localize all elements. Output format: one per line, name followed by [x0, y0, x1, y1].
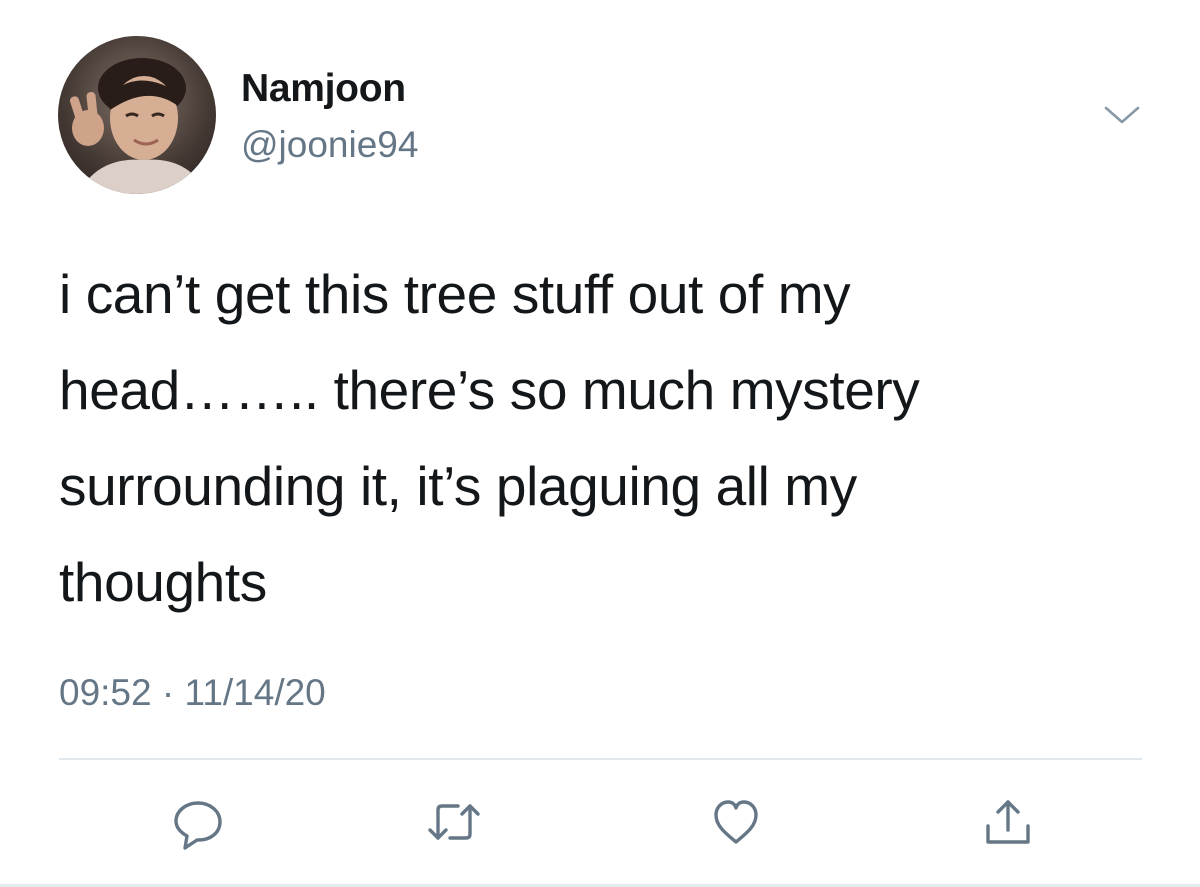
- reply-icon: [170, 794, 226, 855]
- tweet-card: Namjoon @joonie94 i can’t get this tree …: [0, 0, 1200, 887]
- author-handle[interactable]: @joonie94: [241, 124, 418, 166]
- tweet-timestamp[interactable]: 09:52 · 11/14/20: [59, 672, 326, 714]
- heart-icon: [708, 794, 764, 855]
- chevron-down-icon[interactable]: [1100, 100, 1144, 130]
- like-button[interactable]: [706, 794, 766, 854]
- share-icon: [980, 794, 1036, 855]
- tweet-text-line: i can’t get this tree stuff out of my: [59, 263, 851, 325]
- timestamp-separator: ·: [161, 672, 175, 713]
- tweet-text-line: surrounding it, it’s plaguing all my: [59, 455, 857, 517]
- tweet-text: i can’t get this tree stuff out of my he…: [59, 246, 1139, 630]
- author-name[interactable]: Namjoon: [241, 67, 406, 111]
- tweet-text-line: head…….. there’s so much mystery: [59, 359, 920, 421]
- tweet-date: 11/14/20: [184, 672, 326, 713]
- retweet-icon: [424, 794, 484, 855]
- avatar[interactable]: [58, 36, 216, 194]
- tweet-time: 09:52: [59, 672, 152, 713]
- share-button[interactable]: [978, 794, 1038, 854]
- avatar-image: [58, 36, 216, 194]
- retweet-button[interactable]: [424, 794, 484, 854]
- tweet-text-line: thoughts: [59, 551, 267, 613]
- reply-button[interactable]: [168, 794, 228, 854]
- divider: [59, 758, 1142, 760]
